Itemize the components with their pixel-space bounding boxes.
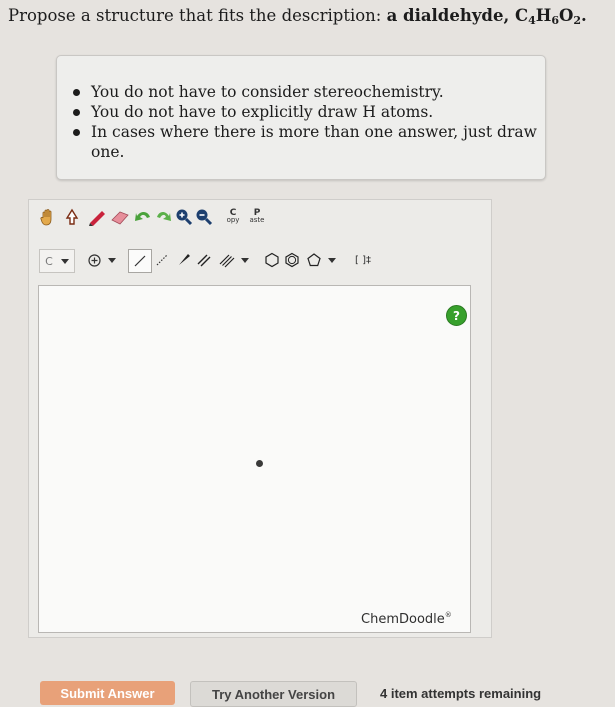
ring-picker[interactable] (303, 249, 339, 271)
double-bond-icon[interactable] (195, 249, 213, 271)
wedge-bond-icon[interactable] (175, 249, 193, 271)
instructions-box: You do not have to consider stereochemis… (56, 55, 546, 180)
triple-bond-picker[interactable] (217, 249, 251, 271)
submit-answer-button[interactable]: Submit Answer (40, 681, 175, 705)
hashed-bond-icon[interactable] (153, 249, 171, 271)
canvas-center-dot (256, 460, 263, 467)
chemdoodle-editor: C opy P aste C []‡ ? ChemDoodle® (28, 199, 492, 638)
chevron-down-icon (328, 257, 336, 263)
cyclohexane-icon[interactable] (263, 249, 281, 271)
bullet-icon (73, 89, 80, 96)
help-button[interactable]: ? (446, 305, 467, 326)
question-bold: a dialdehyde, C4H6O2. (386, 6, 587, 27)
hand-tool-icon[interactable] (39, 206, 57, 228)
question-prefix: Propose a structure that fits the descri… (8, 6, 387, 25)
paste-button[interactable]: P aste (247, 206, 267, 228)
drawing-canvas[interactable]: ? ChemDoodle® (38, 285, 471, 633)
copy-button[interactable]: C opy (224, 206, 242, 228)
benzene-icon[interactable] (283, 249, 301, 271)
toolbar-row-1: C opy P aste (29, 206, 491, 230)
eraser-icon[interactable] (110, 206, 130, 228)
cyclopentane-icon (307, 253, 321, 267)
instruction-item: You do not have to explicitly draw H ato… (73, 102, 545, 122)
lasso-tool-icon[interactable] (63, 206, 81, 228)
bracket-tool[interactable]: [ ]‡ (351, 249, 375, 271)
undo-icon[interactable] (133, 206, 153, 228)
plus-circle-icon (88, 253, 101, 267)
attempts-remaining: 4 item attempts remaining (380, 686, 542, 701)
bullet-icon (73, 129, 80, 136)
question-prompt: Propose a structure that fits the descri… (8, 6, 587, 27)
chemdoodle-watermark: ChemDoodle® (361, 611, 452, 627)
chevron-down-icon (108, 257, 116, 263)
element-picker[interactable]: C (39, 249, 75, 273)
toolbar-row-2: C []‡ (29, 249, 491, 273)
instructions-list: You do not have to consider stereochemis… (73, 82, 545, 162)
zoom-out-icon[interactable] (195, 206, 213, 228)
try-another-version-button[interactable]: Try Another Version (190, 681, 357, 707)
element-label: C (45, 254, 53, 268)
redo-icon[interactable] (155, 206, 173, 228)
single-bond-tool[interactable] (128, 249, 152, 273)
bullet-icon (73, 109, 80, 116)
chevron-down-icon (60, 258, 69, 264)
pencil-icon[interactable] (86, 206, 108, 228)
instruction-item: In cases where there is more than one an… (73, 122, 545, 162)
bracket-label: [ ]‡ (355, 254, 371, 266)
triple-bond-icon (219, 254, 235, 268)
zoom-in-icon[interactable] (175, 206, 193, 228)
chevron-down-icon (241, 257, 249, 263)
charge-picker[interactable] (83, 249, 121, 271)
instruction-item: You do not have to consider stereochemis… (73, 82, 545, 102)
